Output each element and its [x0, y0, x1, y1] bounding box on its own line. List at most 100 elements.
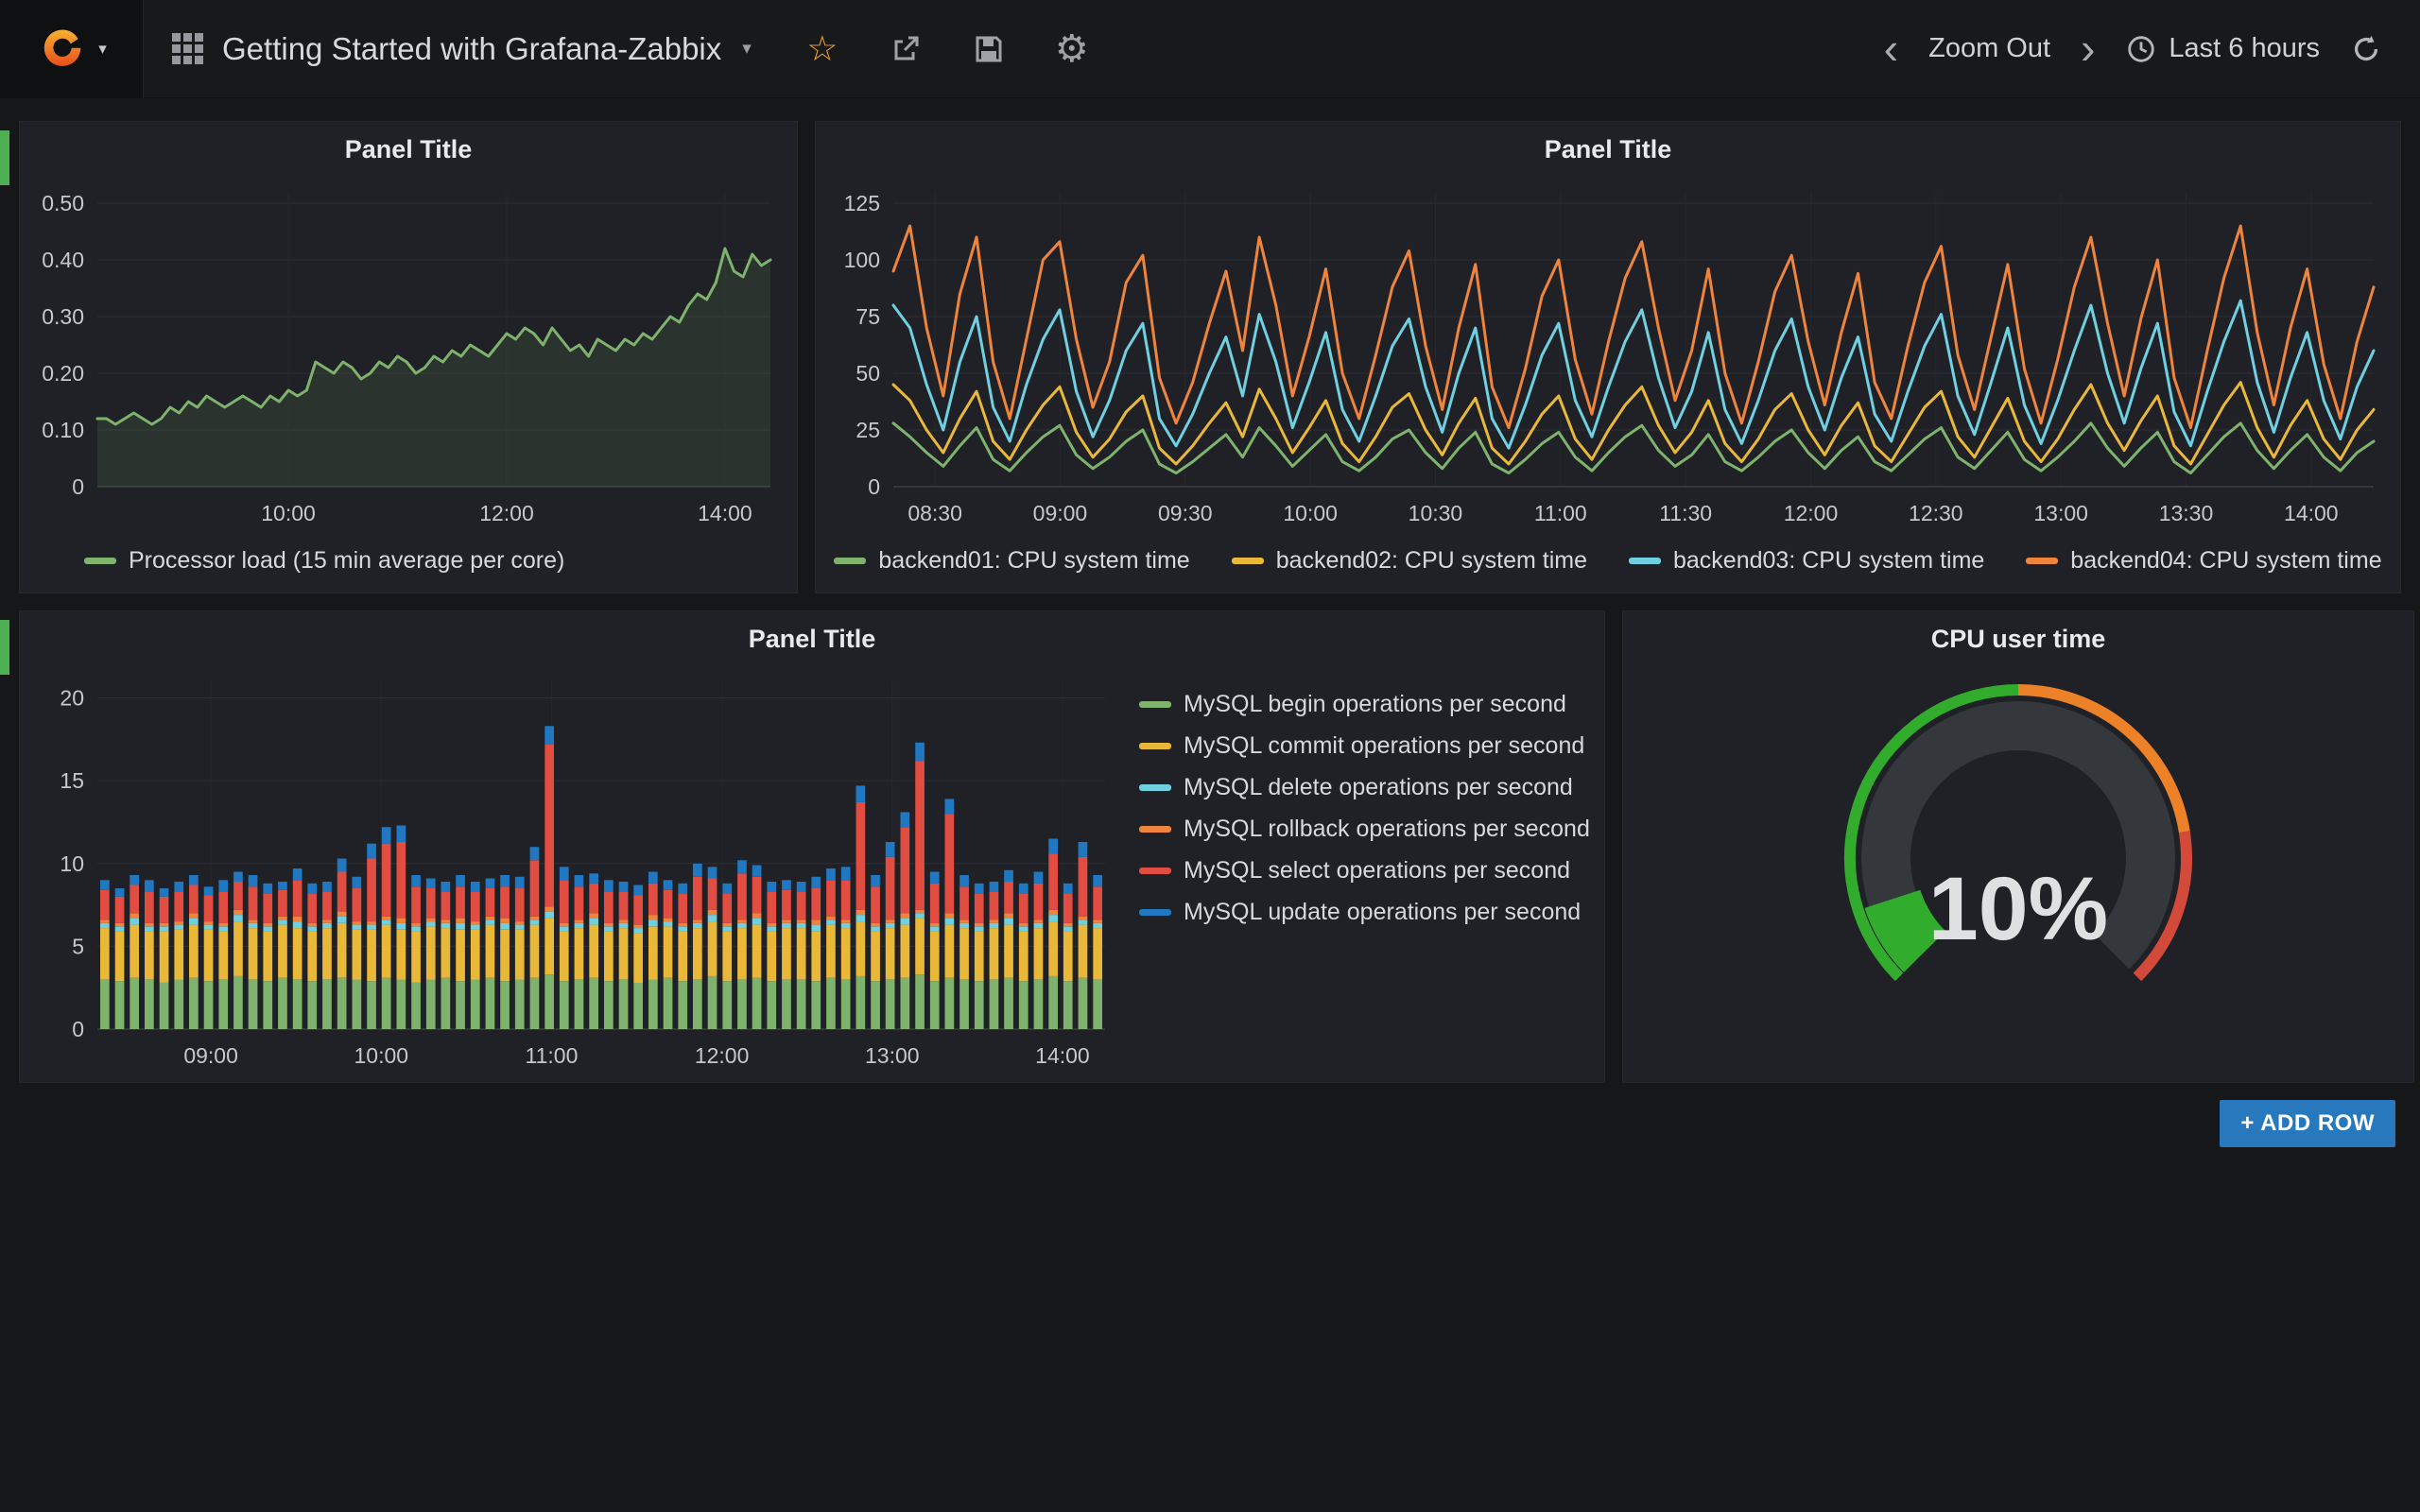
legend-item[interactable]: Processor load (15 min average per core): [84, 547, 564, 575]
svg-text:12:00: 12:00: [695, 1043, 750, 1068]
svg-text:10:00: 10:00: [1283, 501, 1338, 525]
top-navbar: ▾ Getting Started with Grafana-Zabbix ▾ …: [0, 0, 2420, 98]
legend-color-swatch: [2026, 558, 2058, 564]
dashboard: Panel Title 00.100.200.300.400.5010:0012…: [0, 98, 2420, 1170]
legend-label: backend01: CPU system time: [878, 547, 1189, 575]
svg-text:11:30: 11:30: [1659, 501, 1712, 525]
navbar-actions: ☆ ⚙: [803, 29, 1092, 69]
time-controls: ‹ Zoom Out › Last 6 hours: [1880, 29, 2420, 69]
legend-item[interactable]: backend04: CPU system time: [2026, 547, 2381, 575]
save-icon[interactable]: [969, 29, 1009, 69]
legend-item[interactable]: MySQL update operations per second: [1139, 899, 1591, 926]
legend-item[interactable]: MySQL commit operations per second: [1139, 732, 1591, 760]
legend-color-swatch: [1139, 868, 1171, 874]
legend-label: MySQL commit operations per second: [1184, 732, 1584, 760]
svg-text:13:00: 13:00: [865, 1043, 920, 1068]
add-row-container: + ADD ROW: [19, 1100, 2401, 1147]
svg-text:10%: 10%: [1928, 859, 2108, 959]
row-menu-handle[interactable]: [0, 130, 9, 185]
legend-label: backend02: CPU system time: [1276, 547, 1587, 575]
legend-label: MySQL rollback operations per second: [1184, 816, 1590, 843]
add-row-button[interactable]: + ADD ROW: [2220, 1100, 2395, 1147]
svg-text:75: 75: [856, 304, 880, 329]
chart-legend: Processor load (15 min average per core): [27, 534, 789, 587]
svg-text:09:30: 09:30: [1158, 501, 1213, 525]
legend-item[interactable]: MySQL rollback operations per second: [1139, 816, 1591, 843]
legend-label: backend03: CPU system time: [1673, 547, 1984, 575]
legend-item[interactable]: backend03: CPU system time: [1629, 547, 1984, 575]
dashboard-row-2: Panel Title 0510152009:0010:0011:0012:00…: [19, 610, 2401, 1083]
legend-label: backend04: CPU system time: [2070, 547, 2381, 575]
svg-text:20: 20: [60, 686, 84, 711]
legend-item[interactable]: backend01: CPU system time: [834, 547, 1189, 575]
row-menu-handle[interactable]: [0, 620, 9, 675]
legend-color-swatch: [1139, 701, 1171, 708]
refresh-icon[interactable]: [2346, 29, 2386, 69]
svg-text:0.20: 0.20: [42, 361, 84, 386]
panel-title[interactable]: Panel Title: [20, 122, 797, 177]
legend-item[interactable]: MySQL select operations per second: [1139, 857, 1591, 885]
svg-text:12:00: 12:00: [479, 501, 534, 525]
legend-label: MySQL update operations per second: [1184, 899, 1581, 926]
time-range-picker[interactable]: Last 6 hours: [2125, 33, 2320, 65]
svg-text:0.40: 0.40: [42, 248, 84, 272]
dashboard-row-1: Panel Title 00.100.200.300.400.5010:0012…: [19, 121, 2401, 593]
processor-load-chart[interactable]: 00.100.200.300.400.5010:0012:0014:00: [27, 177, 789, 534]
mysql-operations-chart[interactable]: 0510152009:0010:0011:0012:0013:0014:00: [27, 666, 1124, 1076]
svg-text:0.50: 0.50: [42, 191, 84, 215]
legend-color-swatch: [1139, 784, 1171, 791]
svg-text:10:30: 10:30: [1409, 501, 1463, 525]
svg-text:14:00: 14:00: [698, 501, 752, 525]
svg-text:125: 125: [844, 191, 880, 215]
chart-legend: MySQL begin operations per second MySQL c…: [1124, 666, 1597, 1076]
panel-title[interactable]: CPU user time: [1623, 611, 2413, 666]
svg-text:11:00: 11:00: [1534, 501, 1587, 525]
panel-processor-load: Panel Title 00.100.200.300.400.5010:0012…: [19, 121, 798, 593]
panel-title[interactable]: Panel Title: [20, 611, 1604, 666]
svg-text:08:30: 08:30: [908, 501, 962, 525]
chart-legend: backend01: CPU system time backend02: CPU…: [823, 534, 2393, 587]
cpu-user-time-gauge[interactable]: 10%: [1631, 668, 2406, 1074]
legend-color-swatch: [834, 558, 866, 564]
legend-color-swatch: [1139, 826, 1171, 833]
svg-text:12:30: 12:30: [1909, 501, 1963, 525]
clock-icon: [2125, 33, 2157, 65]
panel-cpu-system-time: Panel Title 025507510012508:3009:0009:30…: [815, 121, 2401, 593]
svg-text:12:00: 12:00: [1784, 501, 1839, 525]
time-range-label: Last 6 hours: [2169, 33, 2320, 64]
gear-icon[interactable]: ⚙: [1052, 29, 1092, 69]
dashboard-grid-icon: [172, 33, 203, 64]
dashboard-title-picker[interactable]: Getting Started with Grafana-Zabbix ▾: [144, 0, 780, 98]
legend-item[interactable]: MySQL delete operations per second: [1139, 774, 1591, 801]
panel-title[interactable]: Panel Title: [816, 122, 2400, 177]
grafana-logo-menu[interactable]: ▾: [0, 0, 144, 98]
zoom-out-button[interactable]: Zoom Out: [1928, 33, 2050, 64]
svg-text:10:00: 10:00: [354, 1043, 409, 1068]
legend-color-swatch: [84, 558, 116, 564]
svg-text:10:00: 10:00: [261, 501, 316, 525]
chevron-right-icon[interactable]: ›: [2077, 31, 2099, 66]
svg-text:0.30: 0.30: [42, 304, 84, 329]
svg-text:11:00: 11:00: [526, 1043, 579, 1068]
svg-text:14:00: 14:00: [1035, 1043, 1090, 1068]
chevron-down-icon: ▾: [98, 40, 107, 59]
svg-text:0: 0: [868, 474, 880, 499]
star-icon[interactable]: ☆: [803, 29, 842, 69]
panel-cpu-user-time: CPU user time 10%: [1622, 610, 2414, 1083]
svg-text:14:00: 14:00: [2284, 501, 2339, 525]
legend-item[interactable]: MySQL begin operations per second: [1139, 691, 1591, 718]
grafana-logo-icon: [36, 20, 89, 77]
legend-label: MySQL select operations per second: [1184, 857, 1570, 885]
legend-item[interactable]: backend02: CPU system time: [1232, 547, 1587, 575]
svg-text:09:00: 09:00: [183, 1043, 238, 1068]
chevron-left-icon[interactable]: ‹: [1880, 31, 1902, 66]
svg-text:09:00: 09:00: [1033, 501, 1088, 525]
svg-text:5: 5: [72, 934, 84, 958]
svg-text:100: 100: [844, 248, 880, 272]
share-icon[interactable]: [886, 29, 925, 69]
svg-text:13:30: 13:30: [2159, 501, 2214, 525]
cpu-system-time-chart[interactable]: 025507510012508:3009:0009:3010:0010:3011…: [823, 177, 2393, 534]
legend-color-swatch: [1139, 743, 1171, 749]
chevron-down-icon: ▾: [742, 38, 752, 60]
svg-text:0: 0: [72, 1017, 84, 1041]
